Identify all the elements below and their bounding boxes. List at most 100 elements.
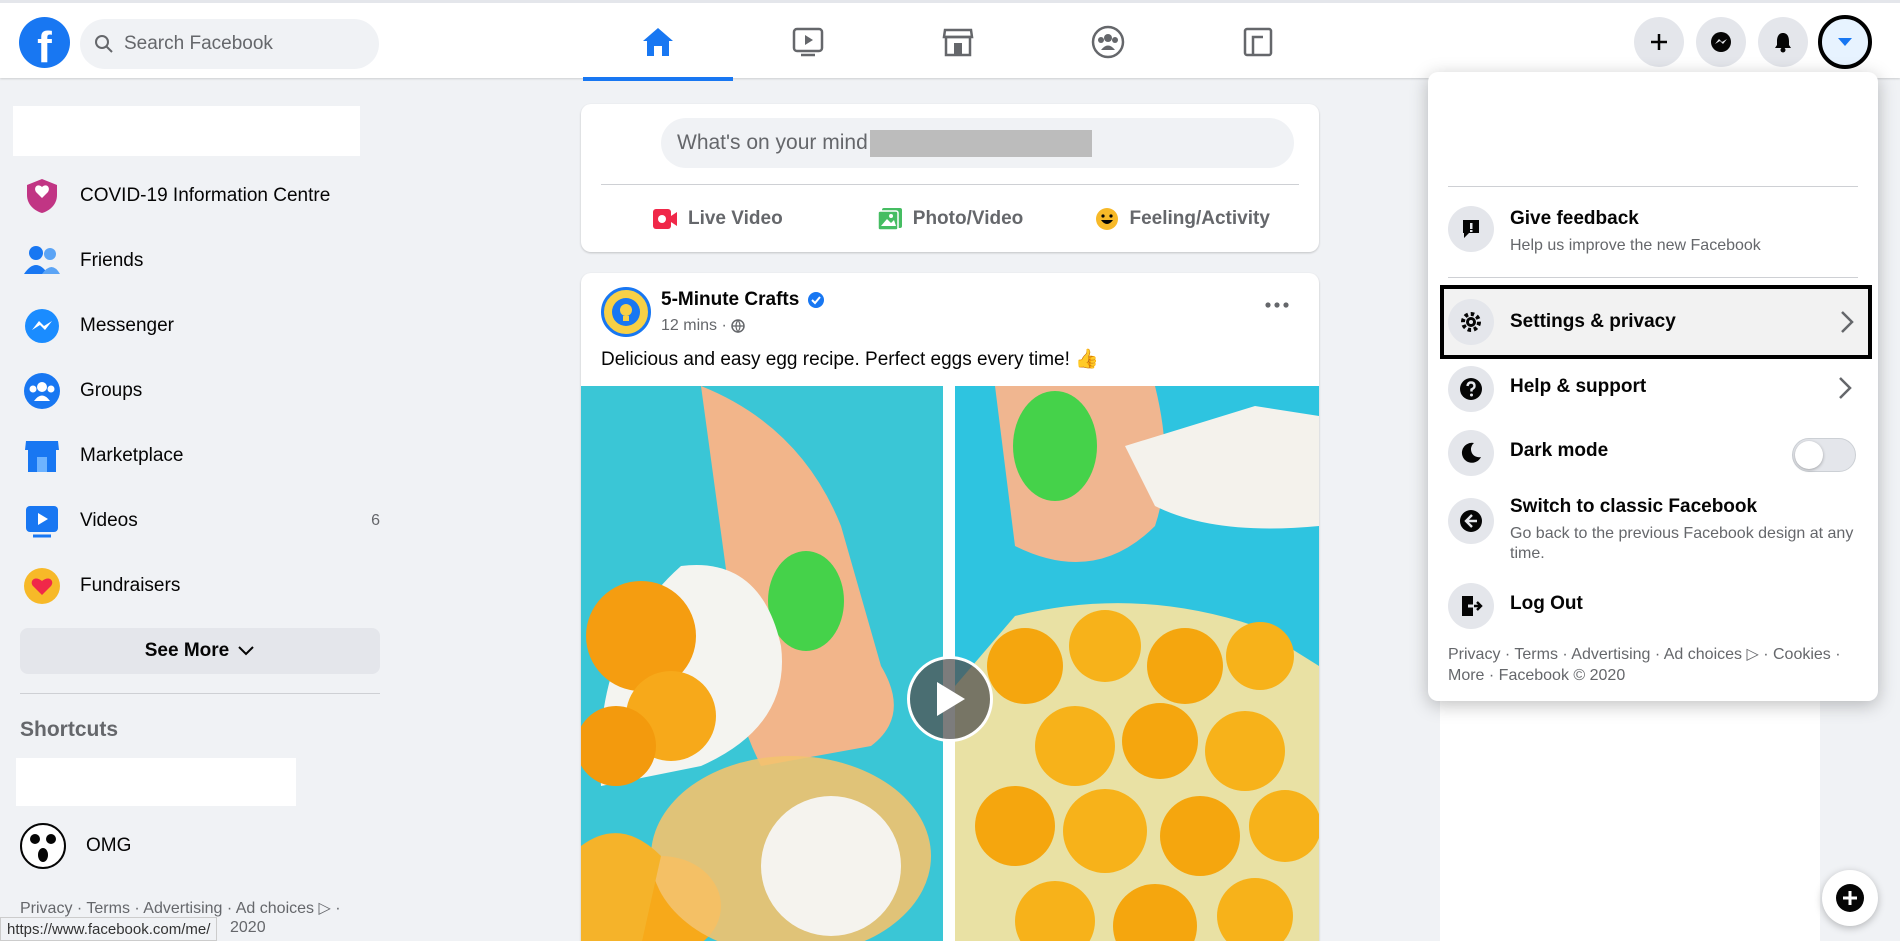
live-video-button[interactable]: Live Video — [601, 194, 834, 244]
omg-avatar-icon — [20, 823, 66, 869]
search-input[interactable]: Search Facebook — [80, 19, 379, 69]
dark-mode-label: Dark mode — [1510, 440, 1609, 461]
new-message-button[interactable] — [1822, 870, 1878, 926]
sidebar-item-friends[interactable]: Friends — [20, 231, 380, 291]
shortcut-label: OMG — [86, 835, 132, 856]
friends-icon — [20, 239, 64, 283]
watch-video-icon — [792, 27, 824, 57]
sidebar-footer-year: 2020 — [230, 919, 266, 936]
give-feedback-title: Give feedback — [1510, 208, 1639, 229]
compose-plus-icon — [1836, 884, 1864, 912]
switch-classic-subtitle: Go back to the previous Facebook design … — [1510, 525, 1854, 562]
gaming-icon — [1243, 27, 1273, 57]
photo-video-label: Photo/Video — [912, 208, 1024, 229]
switch-classic-title: Switch to classic Facebook — [1510, 496, 1758, 517]
menu-log-out[interactable]: Log Out — [1448, 583, 1858, 629]
sidebar-item-fundraisers[interactable]: Fundraisers — [20, 556, 380, 616]
globe-icon — [731, 319, 745, 333]
tab-groups[interactable] — [1033, 3, 1183, 81]
chevron-right-icon — [1841, 311, 1854, 333]
tab-gaming[interactable] — [1183, 3, 1333, 81]
profile-link-redacted[interactable] — [13, 106, 360, 156]
composer-actions: Live Video Photo/Video Feeling/Activity — [601, 194, 1299, 244]
account-menu-button[interactable] — [1818, 15, 1872, 69]
feeling-activity-button[interactable]: Feeling/Activity — [1066, 194, 1299, 244]
profile-preview-redacted[interactable] — [1428, 72, 1878, 184]
sidebar-item-label: Messenger — [80, 315, 174, 336]
post-video[interactable] — [581, 386, 1319, 941]
sidebar-footer-links[interactable]: Privacy · Terms · Advertising · Ad choic… — [20, 898, 341, 918]
see-more-button[interactable]: See More — [20, 628, 380, 674]
sidebar-item-videos[interactable]: Videos 6 — [20, 491, 380, 551]
feeling-smiley-icon — [1096, 208, 1119, 230]
sidebar-item-covid[interactable]: COVID-19 Information Centre — [20, 166, 380, 226]
bell-icon — [1775, 33, 1791, 53]
help-question-icon — [1448, 366, 1494, 412]
photo-icon — [877, 208, 902, 231]
menu-settings-privacy[interactable]: Settings & privacy — [1440, 285, 1872, 359]
play-button[interactable] — [907, 656, 993, 742]
tab-marketplace[interactable] — [883, 3, 1033, 81]
menu-footer-links[interactable]: Privacy · Terms · Advertising · Ad choic… — [1448, 644, 1858, 686]
post-composer: What's on your mind Live Video Photo/Vid… — [581, 104, 1319, 252]
gear-icon — [1448, 299, 1494, 345]
marketplace-icon — [20, 434, 64, 478]
sidebar-item-marketplace[interactable]: Marketplace — [20, 426, 380, 486]
sidebar-item-messenger[interactable]: Messenger — [20, 296, 380, 356]
sidebar-item-groups[interactable]: Groups — [20, 361, 380, 421]
lightbulb-icon — [612, 298, 640, 326]
menu-switch-classic[interactable]: Switch to classic Facebook Go back to th… — [1448, 494, 1858, 564]
back-arrow-icon — [1448, 498, 1494, 544]
caret-down-icon — [1838, 38, 1852, 46]
post-author-name: 5-Minute Crafts — [661, 289, 800, 310]
marketplace-store-icon — [942, 28, 974, 57]
log-out-label: Log Out — [1510, 593, 1583, 614]
chevron-down-icon — [238, 646, 254, 656]
menu-give-feedback[interactable]: Give feedback Help us improve the new Fa… — [1448, 206, 1858, 256]
post-options-button[interactable] — [1265, 295, 1289, 313]
shortcut-omg[interactable]: OMG — [20, 823, 131, 869]
sidebar-divider — [20, 693, 380, 694]
tab-home[interactable] — [583, 3, 733, 81]
feedback-icon — [1448, 206, 1494, 252]
menu-divider — [1448, 277, 1858, 278]
main-nav-tabs — [583, 3, 1333, 81]
sidebar-item-label: Fundraisers — [80, 575, 181, 596]
shortcut-redacted[interactable] — [16, 758, 296, 806]
dark-mode-toggle[interactable] — [1792, 438, 1856, 472]
chevron-right-icon — [1839, 377, 1852, 399]
groups-icon — [1091, 25, 1125, 59]
moon-icon — [1448, 430, 1494, 476]
sidebar-item-label: Groups — [80, 380, 143, 401]
facebook-logo-icon[interactable]: f — [19, 17, 70, 69]
page-avatar[interactable] — [601, 287, 651, 337]
status-input[interactable]: What's on your mind — [661, 118, 1294, 168]
messenger-icon — [1711, 32, 1731, 52]
video-right-frame — [955, 386, 1319, 941]
post-author[interactable]: 5-Minute Crafts — [661, 289, 825, 311]
sidebar-item-label: Friends — [80, 250, 144, 271]
top-navigation-bar: f Search Facebook — [0, 0, 1900, 81]
settings-privacy-label: Settings & privacy — [1510, 311, 1676, 332]
composer-divider — [601, 184, 1299, 185]
create-button[interactable] — [1634, 17, 1684, 67]
post-text: Delicious and easy egg recipe. Perfect e… — [601, 349, 1099, 370]
menu-help-support[interactable]: Help & support — [1448, 366, 1858, 412]
sidebar-item-label: Marketplace — [80, 445, 184, 466]
videos-count-badge: 6 — [371, 512, 380, 529]
contacts-panel — [1440, 680, 1820, 941]
toggle-knob — [1795, 441, 1823, 469]
tab-watch[interactable] — [733, 3, 883, 81]
messenger-button[interactable] — [1696, 17, 1746, 67]
logout-door-icon — [1448, 583, 1494, 629]
shortcuts-heading: Shortcuts — [20, 718, 119, 741]
notifications-button[interactable] — [1758, 17, 1808, 67]
videos-icon — [20, 499, 64, 543]
photo-video-button[interactable]: Photo/Video — [834, 194, 1067, 244]
header-actions — [1634, 15, 1872, 69]
help-support-label: Help & support — [1510, 376, 1647, 397]
live-video-icon — [652, 209, 677, 229]
left-sidebar: COVID-19 Information Centre Friends Mess… — [0, 78, 400, 941]
video-left-frame — [581, 386, 943, 941]
post-time[interactable]: 12 mins · — [661, 317, 727, 335]
